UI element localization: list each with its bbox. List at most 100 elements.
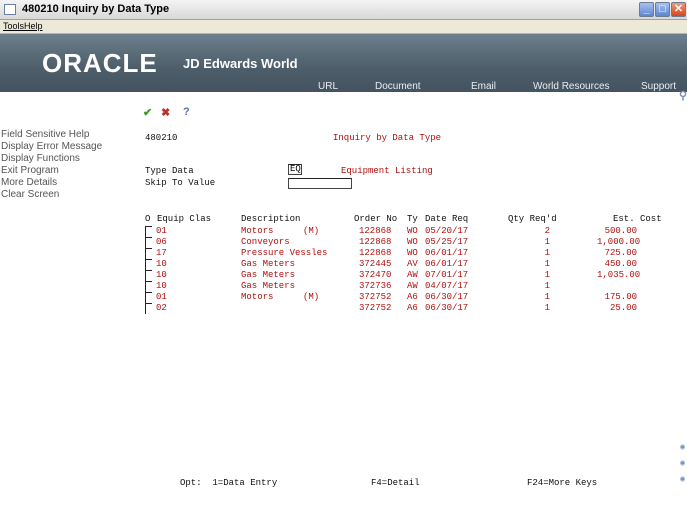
row-est-cost: 1,035.00 xyxy=(597,270,641,280)
scroll-up-icon[interactable]: ◉ xyxy=(680,442,685,452)
row-ty: WO xyxy=(407,226,418,236)
link-display-error-message[interactable]: Display Error Message xyxy=(1,141,102,152)
menu-tools[interactable]: Tools xyxy=(3,21,24,31)
minimize-button[interactable]: _ xyxy=(639,2,654,17)
row-qty-reqd: 1 xyxy=(544,270,550,280)
row-option-field[interactable] xyxy=(145,237,152,248)
row-est-cost: 450.00 xyxy=(604,259,637,269)
window-title: 480210 Inquiry by Data Type xyxy=(22,3,170,15)
row-option-field[interactable] xyxy=(145,281,152,292)
row-order-no: 372445 xyxy=(359,259,392,269)
row-date-req: 06/01/17 xyxy=(425,248,469,258)
nav-url[interactable]: URL xyxy=(318,81,338,92)
row-order-no: 372752 xyxy=(359,292,392,302)
row-est-cost: 500.00 xyxy=(604,226,637,236)
row-equip-clas: 02 xyxy=(156,303,167,313)
footer-f4[interactable]: F4=Detail xyxy=(371,478,420,489)
row-ty: A6 xyxy=(407,292,418,302)
close-button[interactable]: ✕ xyxy=(671,2,686,17)
type-data-field[interactable]: EQ xyxy=(288,164,302,175)
row-ty: WO xyxy=(407,248,418,258)
nav-document[interactable]: Document xyxy=(375,81,421,92)
row-option-field[interactable] xyxy=(145,226,152,237)
oracle-banner: ORACLE JD Edwards World URL Document Ema… xyxy=(0,34,687,92)
row-qty-reqd: 1 xyxy=(544,292,550,302)
row-ty: AW xyxy=(407,270,418,280)
row-description: Gas Meters xyxy=(241,270,296,280)
row-qty-reqd: 1 xyxy=(544,248,550,258)
product-name: JD Edwards World xyxy=(183,56,298,71)
footer-f24[interactable]: F24=More Keys xyxy=(527,478,597,489)
row-option-field[interactable] xyxy=(145,303,152,314)
row-order-no: 122868 xyxy=(359,237,392,247)
row-ty: AV xyxy=(407,259,418,269)
col-est-cost: Est. Cost xyxy=(613,214,662,224)
link-exit-program[interactable]: Exit Program xyxy=(1,165,59,176)
row-ty: WO xyxy=(407,237,418,247)
type-data-label: Type Data xyxy=(145,166,194,176)
row-qty-reqd: 1 xyxy=(544,259,550,269)
row-description: Pressure Vessles xyxy=(241,248,328,258)
menu-help[interactable]: Help xyxy=(24,21,43,31)
row-qty-reqd: 1 xyxy=(544,281,550,291)
col-ty: Ty xyxy=(407,214,418,224)
row-date-req: 06/01/17 xyxy=(425,259,469,269)
row-date-req: 06/30/17 xyxy=(425,303,469,313)
link-more-details[interactable]: More Details xyxy=(1,177,57,188)
row-date-req: 05/25/17 xyxy=(425,237,469,247)
col-qty-reqd: Qty Req'd xyxy=(508,214,557,224)
screen-title: Inquiry by Data Type xyxy=(333,133,442,143)
skip-to-label: Skip To Value xyxy=(145,178,216,188)
row-flag: (M) xyxy=(303,292,320,302)
row-equip-clas: 17 xyxy=(156,248,167,258)
link-display-functions[interactable]: Display Functions xyxy=(1,153,80,164)
row-equip-clas: 06 xyxy=(156,237,167,247)
title-bar: 480210 Inquiry by Data Type _ □ ✕ xyxy=(0,0,687,20)
row-equip-clas: 01 xyxy=(156,226,167,236)
col-date-req: Date Req xyxy=(425,214,469,224)
nav-support[interactable]: Support xyxy=(641,81,676,92)
row-order-no: 372752 xyxy=(359,303,392,313)
row-order-no: 372470 xyxy=(359,270,392,280)
inquiry-form: 480210 Inquiry by Data Type Type Data EQ… xyxy=(137,122,687,527)
search-icon[interactable]: ⚲ xyxy=(679,89,687,102)
col-order-no: Order No xyxy=(354,214,398,224)
row-description: Motors xyxy=(241,226,274,236)
row-option-field[interactable] xyxy=(145,259,152,270)
type-data-description: Equipment Listing xyxy=(341,166,433,176)
ok-icon[interactable]: ✔ xyxy=(143,106,152,119)
row-est-cost: 175.00 xyxy=(604,292,637,302)
row-option-field[interactable] xyxy=(145,270,152,281)
row-date-req: 04/07/17 xyxy=(425,281,469,291)
cancel-icon[interactable]: ✖ xyxy=(161,106,170,119)
link-field-sensitive-help[interactable]: Field Sensitive Help xyxy=(1,129,89,140)
row-equip-clas: 01 xyxy=(156,292,167,302)
col-description: Description xyxy=(241,214,301,224)
row-description: Conveyors xyxy=(241,237,290,247)
row-equip-clas: 10 xyxy=(156,281,167,291)
row-option-field[interactable] xyxy=(145,248,152,259)
maximize-button[interactable]: □ xyxy=(655,2,670,17)
scroll-down-icon[interactable]: ◉ xyxy=(680,458,685,468)
row-option-field[interactable] xyxy=(145,292,152,303)
row-date-req: 07/01/17 xyxy=(425,270,469,280)
row-order-no: 372736 xyxy=(359,281,392,291)
row-est-cost: 25.00 xyxy=(609,303,637,313)
app-icon xyxy=(4,4,16,15)
link-clear-screen[interactable]: Clear Screen xyxy=(1,189,59,200)
row-date-req: 06/30/17 xyxy=(425,292,469,302)
row-description: Gas Meters xyxy=(241,259,296,269)
row-description: Gas Meters xyxy=(241,281,296,291)
help-icon[interactable]: ? xyxy=(183,106,190,118)
menu-bar: Tools Help xyxy=(0,20,687,34)
row-ty: A6 xyxy=(407,303,418,313)
nav-world-resources[interactable]: World Resources xyxy=(533,81,610,92)
skip-to-field[interactable] xyxy=(288,178,352,189)
row-equip-clas: 10 xyxy=(156,270,167,280)
scroll-end-icon[interactable]: ◉ xyxy=(680,474,685,484)
nav-email[interactable]: Email xyxy=(471,81,496,92)
row-flag: (M) xyxy=(303,226,320,236)
col-o: O xyxy=(145,214,151,224)
row-qty-reqd: 1 xyxy=(544,237,550,247)
footer-opt: Opt: 1=Data Entry xyxy=(180,478,278,488)
